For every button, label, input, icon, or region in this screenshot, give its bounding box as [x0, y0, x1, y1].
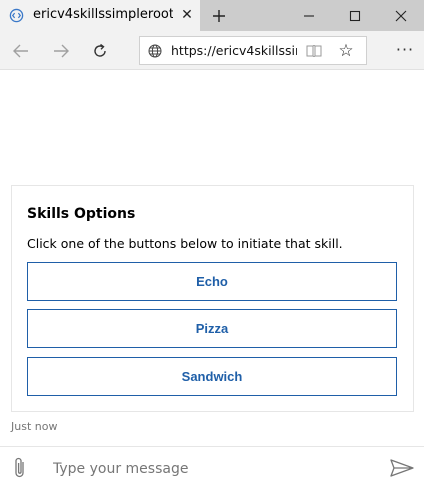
arrow-left-icon — [13, 44, 28, 58]
globe-icon — [148, 44, 162, 58]
close-icon — [395, 10, 407, 21]
arrow-right-icon — [54, 44, 69, 58]
forward-button[interactable] — [50, 40, 72, 62]
browser-toolbar: https://ericv4skillssimp ☆ ··· — [0, 31, 424, 70]
url-text[interactable]: https://ericv4skillssimp — [171, 43, 297, 58]
refresh-icon — [94, 43, 106, 57]
card-description: Click one of the buttons below to initia… — [27, 236, 343, 251]
new-tab-button[interactable] — [205, 0, 233, 31]
paperclip-icon[interactable] — [11, 456, 29, 480]
star-icon[interactable]: ☆ — [337, 42, 355, 60]
close-window-button[interactable] — [378, 0, 424, 31]
maximize-button[interactable] — [332, 0, 378, 31]
refresh-button[interactable] — [89, 40, 111, 62]
skills-options-card: Skills Options Click one of the buttons … — [11, 185, 414, 412]
browser-tab[interactable]: ericv4skillssimplerootbc ✕ — [0, 0, 200, 31]
more-button[interactable]: ··· — [393, 38, 417, 62]
echo-button[interactable]: Echo — [27, 262, 397, 301]
tab-close-icon[interactable]: ✕ — [178, 6, 196, 24]
tab-title: ericv4skillssimplerootbc — [33, 7, 173, 22]
sandwich-button[interactable]: Sandwich — [27, 357, 397, 396]
browser-titlebar: ericv4skillssimplerootbc ✕ — [0, 0, 424, 31]
minimize-icon — [304, 14, 314, 17]
maximize-icon — [349, 10, 361, 21]
minimize-button[interactable] — [286, 0, 332, 31]
message-timestamp: Just now — [11, 420, 58, 433]
plus-icon — [213, 9, 225, 22]
reading-view-icon[interactable] — [306, 44, 322, 58]
back-button[interactable] — [10, 40, 32, 62]
favicon-icon — [9, 8, 24, 23]
message-input-bar — [0, 446, 424, 489]
send-icon[interactable] — [389, 458, 415, 478]
pizza-button[interactable]: Pizza — [27, 309, 397, 348]
address-bar[interactable]: https://ericv4skillssimp ☆ — [139, 36, 367, 65]
message-input[interactable] — [53, 458, 373, 480]
card-title: Skills Options — [27, 206, 136, 222]
